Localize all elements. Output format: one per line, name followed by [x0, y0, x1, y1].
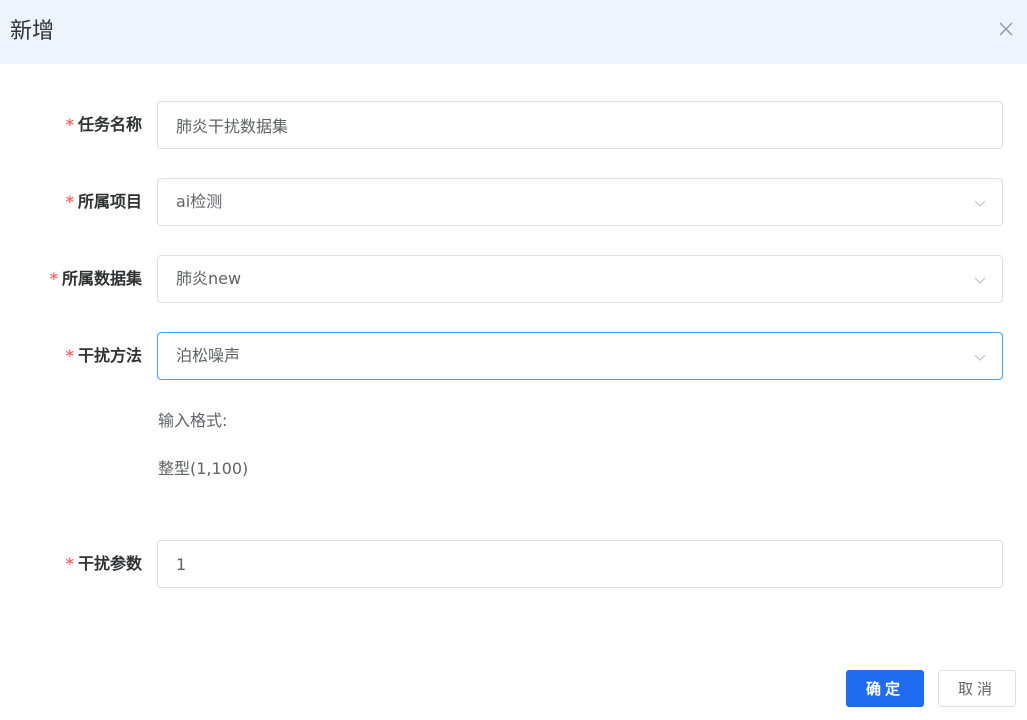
form-row-method: * 干扰方法 泊松噪声: [0, 332, 1027, 380]
param-input[interactable]: [158, 541, 1002, 587]
task-name-input[interactable]: [158, 102, 1002, 148]
close-icon[interactable]: [995, 18, 1017, 40]
method-select[interactable]: 泊松噪声: [157, 332, 1003, 380]
input-format-value: 整型(1,100): [158, 459, 249, 478]
required-mark: *: [65, 115, 74, 134]
form-row-dataset: * 所属数据集 肺炎new: [0, 255, 1027, 303]
required-mark: *: [65, 192, 74, 211]
dataset-select-value: 肺炎new: [176, 269, 242, 288]
task-name-field[interactable]: [157, 101, 1003, 149]
form-row-task-name: * 任务名称: [0, 101, 1027, 149]
chevron-down-icon[interactable]: [972, 195, 988, 211]
chevron-down-icon[interactable]: [972, 349, 988, 365]
param-label: * 干扰参数: [65, 554, 142, 573]
task-name-label: * 任务名称: [65, 115, 142, 134]
method-label: * 干扰方法: [65, 346, 142, 365]
dataset-select[interactable]: 肺炎new: [157, 255, 1003, 303]
project-label: * 所属项目: [65, 192, 142, 211]
dataset-label: * 所属数据集: [49, 269, 142, 288]
required-mark: *: [65, 554, 74, 573]
method-select-value: 泊松噪声: [176, 346, 241, 365]
dialog-title: 新增: [10, 19, 55, 44]
cancel-button[interactable]: 取消: [938, 670, 1016, 707]
form-row-param: * 干扰参数: [0, 540, 1027, 588]
chevron-down-icon[interactable]: [972, 272, 988, 288]
param-field[interactable]: [157, 540, 1003, 588]
input-format-label: 输入格式:: [158, 411, 228, 430]
confirm-button[interactable]: 确定: [846, 670, 924, 707]
required-mark: *: [65, 346, 74, 365]
required-mark: *: [49, 269, 58, 288]
project-select[interactable]: ai检测: [157, 178, 1003, 226]
add-task-dialog: 新增 *任务名称 *所属项目 ai检测 *所属数据集 肺炎new: [0, 0, 1027, 720]
form-row-project: * 所属项目 ai检测: [0, 178, 1027, 226]
dialog-header: 新增: [0, 0, 1027, 64]
project-select-value: ai检测: [176, 192, 223, 211]
